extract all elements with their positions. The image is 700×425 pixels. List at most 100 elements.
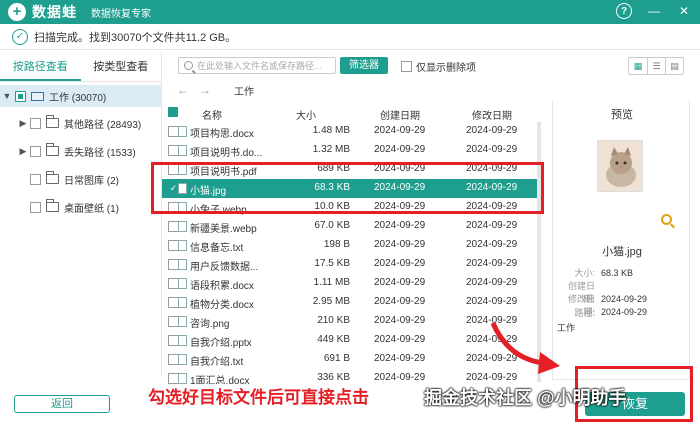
tree-checkbox[interactable]: [30, 201, 41, 213]
file-created: 2024-09-29: [374, 258, 426, 269]
deleted-only-checkbox[interactable]: [401, 61, 412, 72]
file-created: 2024-09-29: [374, 277, 426, 288]
tree-item-label: 丢失路径 (1533): [64, 147, 136, 159]
file-row[interactable]: 用户反馈数据... 17.5 KB 2024-09-29 2024-09-29: [162, 255, 542, 274]
zoom-icon[interactable]: [661, 214, 672, 225]
annotation-caption: 勾选好目标文件后可直接点击: [148, 388, 369, 407]
file-name: 项目说明书.do...: [190, 148, 263, 159]
annotation-arrow-icon: [490, 321, 560, 374]
file-row[interactable]: 信息备忘.txt 198 B 2024-09-29 2024-09-29: [162, 236, 542, 255]
tree-item-wallpaper[interactable]: 桌面壁纸 (1): [30, 196, 119, 218]
tree-item-lost-paths[interactable]: ▶ 丢失路径 (1533): [18, 140, 136, 162]
tree-checkbox[interactable]: [30, 173, 41, 185]
detail-view-icon[interactable]: ▤: [665, 58, 683, 74]
search-placeholder: 在此处输入文件名或保存路径...: [197, 61, 322, 71]
grid-view-icon[interactable]: ▦: [629, 58, 647, 74]
tree-item-other-paths[interactable]: ▶ 其他路径 (28493): [18, 112, 141, 134]
scan-status: ✓ 扫描完成。找到30070个文件共11.2 GB。: [0, 24, 700, 50]
file-created: 2024-09-29: [374, 144, 426, 155]
back-arrow-icon[interactable]: ←: [172, 83, 194, 97]
minimize-icon[interactable]: —: [646, 3, 662, 19]
deleted-only-label: 仅显示删除项: [416, 63, 476, 74]
app-logo: + 数据蛙: [8, 2, 77, 22]
file-created: 2024-09-29: [374, 296, 426, 307]
file-row[interactable]: 自我介绍.txt 691 B 2024-09-29 2024-09-29: [162, 350, 542, 369]
file-created: 2024-09-29: [374, 334, 426, 345]
file-name: 咨询.png: [190, 319, 230, 330]
drive-icon: [31, 91, 44, 101]
caret-right-icon[interactable]: ▶: [18, 118, 28, 129]
tree-item-label: 其他路径 (28493): [64, 119, 142, 131]
file-size: 1.11 MB: [313, 277, 351, 288]
file-name: 自我介绍.pptx: [190, 338, 252, 349]
tab-by-path[interactable]: 按路径查看: [0, 52, 81, 81]
highlight-box: [151, 162, 544, 214]
title-bar: + 数据蛙 数据恢复专家 ? — ✕: [0, 0, 700, 24]
file-modified: 2024-09-29: [466, 258, 518, 269]
deleted-only-option[interactable]: 仅显示删除项: [401, 59, 476, 74]
file-created: 2024-09-29: [374, 372, 426, 383]
file-row[interactable]: 新疆美景.webp 67.0 KB 2024-09-29 2024-09-29: [162, 217, 542, 236]
tree-item-daily-gallery[interactable]: 日常图库 (2): [30, 168, 119, 190]
help-icon[interactable]: ?: [616, 3, 632, 19]
caret-right-icon[interactable]: ▶: [18, 146, 28, 157]
view-mode-toggle: ▦ ☰ ▤: [628, 57, 684, 75]
file-name: 自我介绍.txt: [190, 357, 244, 368]
file-icon: [178, 259, 187, 270]
tab-by-type[interactable]: 按类型查看: [81, 52, 162, 81]
tree-checkbox[interactable]: [30, 117, 41, 129]
file-row[interactable]: 项目构思.docx 1.48 MB 2024-09-29 2024-09-29: [162, 122, 542, 141]
breadcrumb-current: 工作: [234, 86, 254, 98]
back-button[interactable]: 返回: [14, 395, 110, 413]
file-size: 449 KB: [317, 334, 350, 345]
filter-button[interactable]: 筛选器: [340, 57, 388, 74]
preview-thumbnail: [597, 140, 643, 192]
file-size: 210 KB: [317, 315, 350, 326]
file-icon: [178, 126, 187, 137]
tree-checkbox[interactable]: [15, 90, 26, 102]
file-modified: 2024-09-29: [466, 239, 518, 250]
file-created: 2024-09-29: [374, 315, 426, 326]
tree-checkbox[interactable]: [30, 145, 41, 157]
file-size: 1.32 MB: [312, 144, 350, 155]
file-icon: [178, 297, 187, 308]
file-icon: [178, 240, 187, 251]
select-all-checkbox[interactable]: [168, 107, 178, 117]
file-icon: [178, 278, 187, 289]
app-name: 数据蛙: [32, 4, 77, 20]
column-size[interactable]: 大小: [296, 107, 316, 122]
file-list-header: 名称 大小 创建日期 修改日期: [162, 104, 542, 122]
search-input[interactable]: 在此处输入文件名或保存路径...: [178, 57, 336, 74]
file-row[interactable]: 语段积累.docx 1.11 MB 2024-09-29 2024-09-29: [162, 274, 542, 293]
file-name: 新疆美景.webp: [190, 224, 257, 235]
file-row[interactable]: 项目说明书.do... 1.32 MB 2024-09-29 2024-09-29: [162, 141, 542, 160]
file-modified: 2024-09-29: [466, 144, 518, 155]
close-icon[interactable]: ✕: [676, 3, 692, 19]
watermark: 掘金技术社区 @小明助手: [424, 388, 627, 408]
check-circle-icon: ✓: [12, 28, 28, 45]
file-row[interactable]: 植物分类.docx 2.95 MB 2024-09-29 2024-09-29: [162, 293, 542, 312]
left-panel: 按路径查看 按类型查看 ▼ 工作 (30070) ▶ 其他路径 (28493) …: [0, 52, 162, 377]
file-name: 植物分类.docx: [190, 300, 254, 311]
column-created[interactable]: 创建日期: [380, 107, 420, 122]
file-created: 2024-09-29: [374, 353, 426, 364]
file-row[interactable]: 自我介绍.pptx 449 KB 2024-09-29 2024-09-29: [162, 331, 542, 350]
file-size: 336 KB: [317, 372, 350, 383]
file-modified: 2024-09-29: [466, 296, 518, 307]
caret-down-icon[interactable]: ▼: [2, 91, 12, 101]
file-size: 2.95 MB: [312, 296, 350, 307]
column-name[interactable]: 名称: [202, 107, 222, 122]
file-size: 17.5 KB: [314, 258, 350, 269]
file-modified: 2024-09-29: [466, 277, 518, 288]
file-created: 2024-09-29: [374, 239, 426, 250]
list-view-icon[interactable]: ☰: [647, 58, 665, 74]
tree-item-work[interactable]: ▼ 工作 (30070): [0, 85, 162, 107]
preview-size-row: 大小: 68.3 KB: [574, 268, 634, 278]
file-row[interactable]: 咨询.png 210 KB 2024-09-29 2024-09-29: [162, 312, 542, 331]
file-created: 2024-09-29: [374, 125, 426, 136]
app-subtitle: 数据恢复专家: [91, 8, 151, 20]
file-row[interactable]: 1面汇总.docx 336 KB 2024-09-29 2024-09-29: [162, 369, 542, 384]
forward-arrow-icon[interactable]: →: [194, 83, 216, 97]
scan-status-text: 扫描完成。找到30070个文件共11.2 GB。: [34, 31, 237, 44]
column-modified[interactable]: 修改日期: [472, 107, 512, 122]
